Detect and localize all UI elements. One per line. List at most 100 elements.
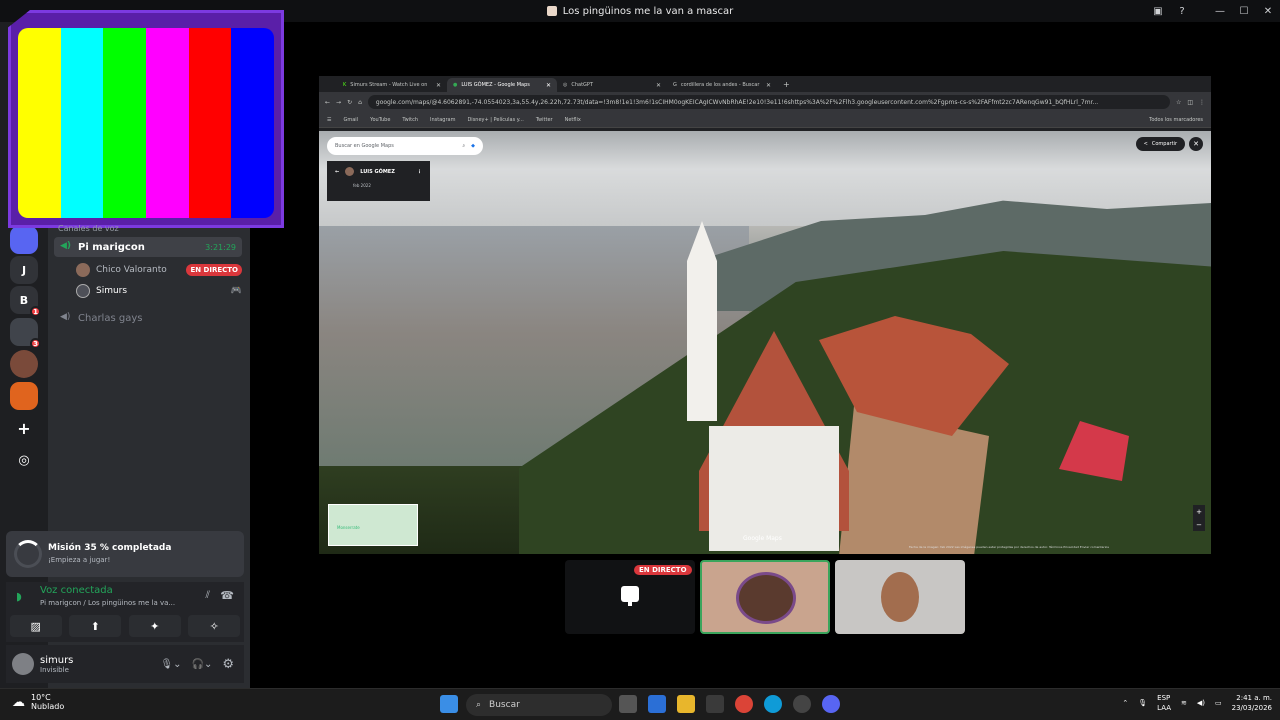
settings-gear-icon[interactable]: ⚙	[222, 657, 234, 672]
screenshare-icon[interactable]: ⬆	[69, 615, 122, 637]
zoom-in-icon[interactable]: +	[1196, 508, 1202, 516]
all-bookmarks[interactable]: Todos los marcadores	[1149, 117, 1203, 123]
noise-suppression-icon[interactable]: ⫽	[206, 590, 210, 601]
server-icon[interactable]	[10, 226, 38, 254]
mention-badge: 1	[30, 306, 41, 317]
close-tab-icon[interactable]: ✕	[656, 82, 661, 89]
minimap[interactable]: Monserrate	[328, 504, 418, 546]
clock[interactable]: 2:41 a. m. 23/03/2026	[1232, 693, 1272, 713]
server-icon[interactable]	[10, 350, 38, 378]
task-view-icon[interactable]	[619, 695, 637, 713]
voice-channel-name[interactable]: Pi marigcon	[40, 599, 81, 607]
taskbar: ☁ 10°C Nublado ⌕ Buscar ⌃ 🎙 ESP LAA ≋ ◀) ▭ …	[0, 688, 1280, 720]
voice-channel[interactable]: ◀) Charlas gays	[54, 308, 242, 328]
participant-tile[interactable]	[835, 560, 965, 634]
bookmark-youtube[interactable]: YouTube	[370, 117, 390, 123]
start-icon[interactable]	[440, 695, 458, 713]
share-button[interactable]: < Compartir	[1135, 137, 1185, 151]
share-icon: <	[1143, 141, 1148, 147]
edge-icon[interactable]	[764, 695, 782, 713]
forward-icon[interactable]: →	[336, 99, 341, 106]
server-icon[interactable]: 3	[10, 318, 41, 349]
participant-tile[interactable]	[700, 560, 830, 634]
street-view-panorama[interactable]: Buscar en Google Maps ⌕ ◆ ← LUIS GÓMEZ ⋮ fe…	[319, 131, 1211, 554]
photo-info-card: ← LUIS GÓMEZ ⋮ feb 2022	[327, 161, 430, 201]
language-indicator[interactable]: ESP LAA	[1157, 693, 1171, 713]
server-icon[interactable]	[10, 382, 38, 410]
author-name[interactable]: LUIS GÓMEZ	[360, 169, 395, 175]
bookmark-gmail[interactable]: Gmail	[343, 117, 358, 123]
color-bar	[60, 28, 104, 218]
maximize-button[interactable]: ☐	[1232, 6, 1256, 17]
discover-icon[interactable]: ◎	[10, 446, 38, 474]
battery-icon[interactable]: ▭	[1215, 699, 1222, 707]
apps-icon[interactable]: ☰	[327, 117, 331, 123]
bookmark-twitch[interactable]: Twitch	[402, 117, 418, 123]
url-input[interactable]: google.com/maps/@4.6062891,-74.0554023,3…	[367, 95, 1170, 109]
minimize-button[interactable]: —	[1208, 6, 1232, 17]
bookmark-twitter[interactable]: Twitter	[536, 117, 553, 123]
voice-section-header[interactable]: Canales de voz	[58, 224, 119, 233]
extensions-icon[interactable]: ◫	[1187, 99, 1193, 106]
discord-icon[interactable]	[822, 695, 840, 713]
close-tab-icon[interactable]: ✕	[436, 82, 441, 89]
tab-search[interactable]: Gcordillera de los andes - Buscar ✕	[667, 78, 777, 92]
voice-user[interactable]: Simurs 🎮	[76, 281, 242, 301]
activities-icon[interactable]: ✦	[128, 615, 181, 637]
signal-icon[interactable]: ◗	[16, 590, 22, 603]
menu-icon[interactable]: ⋮	[1199, 99, 1205, 106]
chrome-icon[interactable]	[735, 695, 753, 713]
close-tab-icon[interactable]: ✕	[546, 82, 551, 89]
tab-chatgpt[interactable]: ◎ ChatGPT ✕	[557, 78, 667, 92]
voice-channel-active[interactable]: ◀) Pi marigcon 3:21:29	[54, 237, 242, 257]
stream-tile[interactable]: EN DIRECTO	[565, 560, 695, 634]
settings-icon[interactable]	[793, 695, 811, 713]
star-icon[interactable]: ☆	[1176, 99, 1181, 106]
share-label: Compartir	[1151, 141, 1177, 147]
reload-icon[interactable]: ↻	[347, 99, 352, 106]
inbox-icon[interactable]: ▣	[1146, 6, 1170, 17]
more-icon[interactable]: ⋮	[417, 169, 422, 175]
disconnect-icon[interactable]: ☎	[220, 589, 234, 602]
voice-user[interactable]: Chico Valoranto EN DIRECTO	[76, 260, 242, 280]
add-server-icon[interactable]: +	[10, 414, 38, 442]
close-button[interactable]: ✕	[1256, 6, 1280, 17]
search-icon[interactable]: ⌕	[462, 143, 465, 149]
help-icon[interactable]: ?	[1170, 6, 1194, 17]
tab-title: cordillera de los andes - Buscar	[680, 82, 760, 88]
back-arrow-icon[interactable]: ←	[335, 169, 339, 175]
maps-search-input[interactable]: Buscar en Google Maps ⌕ ◆	[327, 137, 483, 155]
soundboard-icon[interactable]: ✧	[188, 615, 241, 637]
mic-icon[interactable]: 🎙	[1138, 699, 1147, 707]
back-icon[interactable]: ←	[325, 99, 330, 106]
tab-twitch[interactable]: K Simurs Stream - Watch Live on ✕	[337, 78, 447, 92]
server-b[interactable]: B1	[10, 286, 41, 317]
tab-maps[interactable]: ● LUIS GÓMEZ - Google Maps ✕	[447, 78, 557, 92]
taskbar-search[interactable]: ⌕ Buscar	[466, 694, 612, 716]
video-off-icon[interactable]: ▨	[9, 615, 62, 637]
volume-icon[interactable]: ◀)	[1197, 699, 1205, 707]
file-explorer-icon[interactable]	[677, 695, 695, 713]
store-icon[interactable]	[706, 695, 724, 713]
close-tab-icon[interactable]: ✕	[766, 82, 771, 89]
home-icon[interactable]: ⌂	[358, 99, 362, 106]
new-tab-icon[interactable]: +	[783, 80, 790, 89]
window-title: Los pingüinos me la van a mascar	[562, 5, 734, 17]
copilot-icon[interactable]	[648, 695, 666, 713]
chevron-up-icon[interactable]: ⌃	[1122, 699, 1128, 707]
zoom-out-icon[interactable]: −	[1196, 521, 1202, 529]
bookmark-disney[interactable]: Disney+ | Películas y...	[467, 117, 523, 123]
directions-icon[interactable]: ◆	[471, 143, 475, 149]
weather-widget[interactable]: ☁ 10°C Nublado	[12, 693, 64, 711]
server-j[interactable]: J	[10, 256, 38, 284]
wifi-icon[interactable]: ≋	[1181, 699, 1187, 707]
mic-icon[interactable]: 🎙⌄	[160, 659, 181, 670]
tab-title: Simurs Stream - Watch Live on	[350, 82, 428, 88]
bookmark-netflix[interactable]: Netflix	[565, 117, 581, 123]
avatar[interactable]	[12, 653, 34, 675]
voice-status[interactable]: Voz conectada	[40, 585, 113, 596]
bookmark-instagram[interactable]: Instagram	[430, 117, 455, 123]
mission-card[interactable]: Misión 35 % completada ¡Empieza a jugar!	[6, 531, 244, 577]
close-icon[interactable]: ✕	[1189, 137, 1203, 151]
headphones-icon[interactable]: 🎧⌄	[192, 659, 213, 670]
